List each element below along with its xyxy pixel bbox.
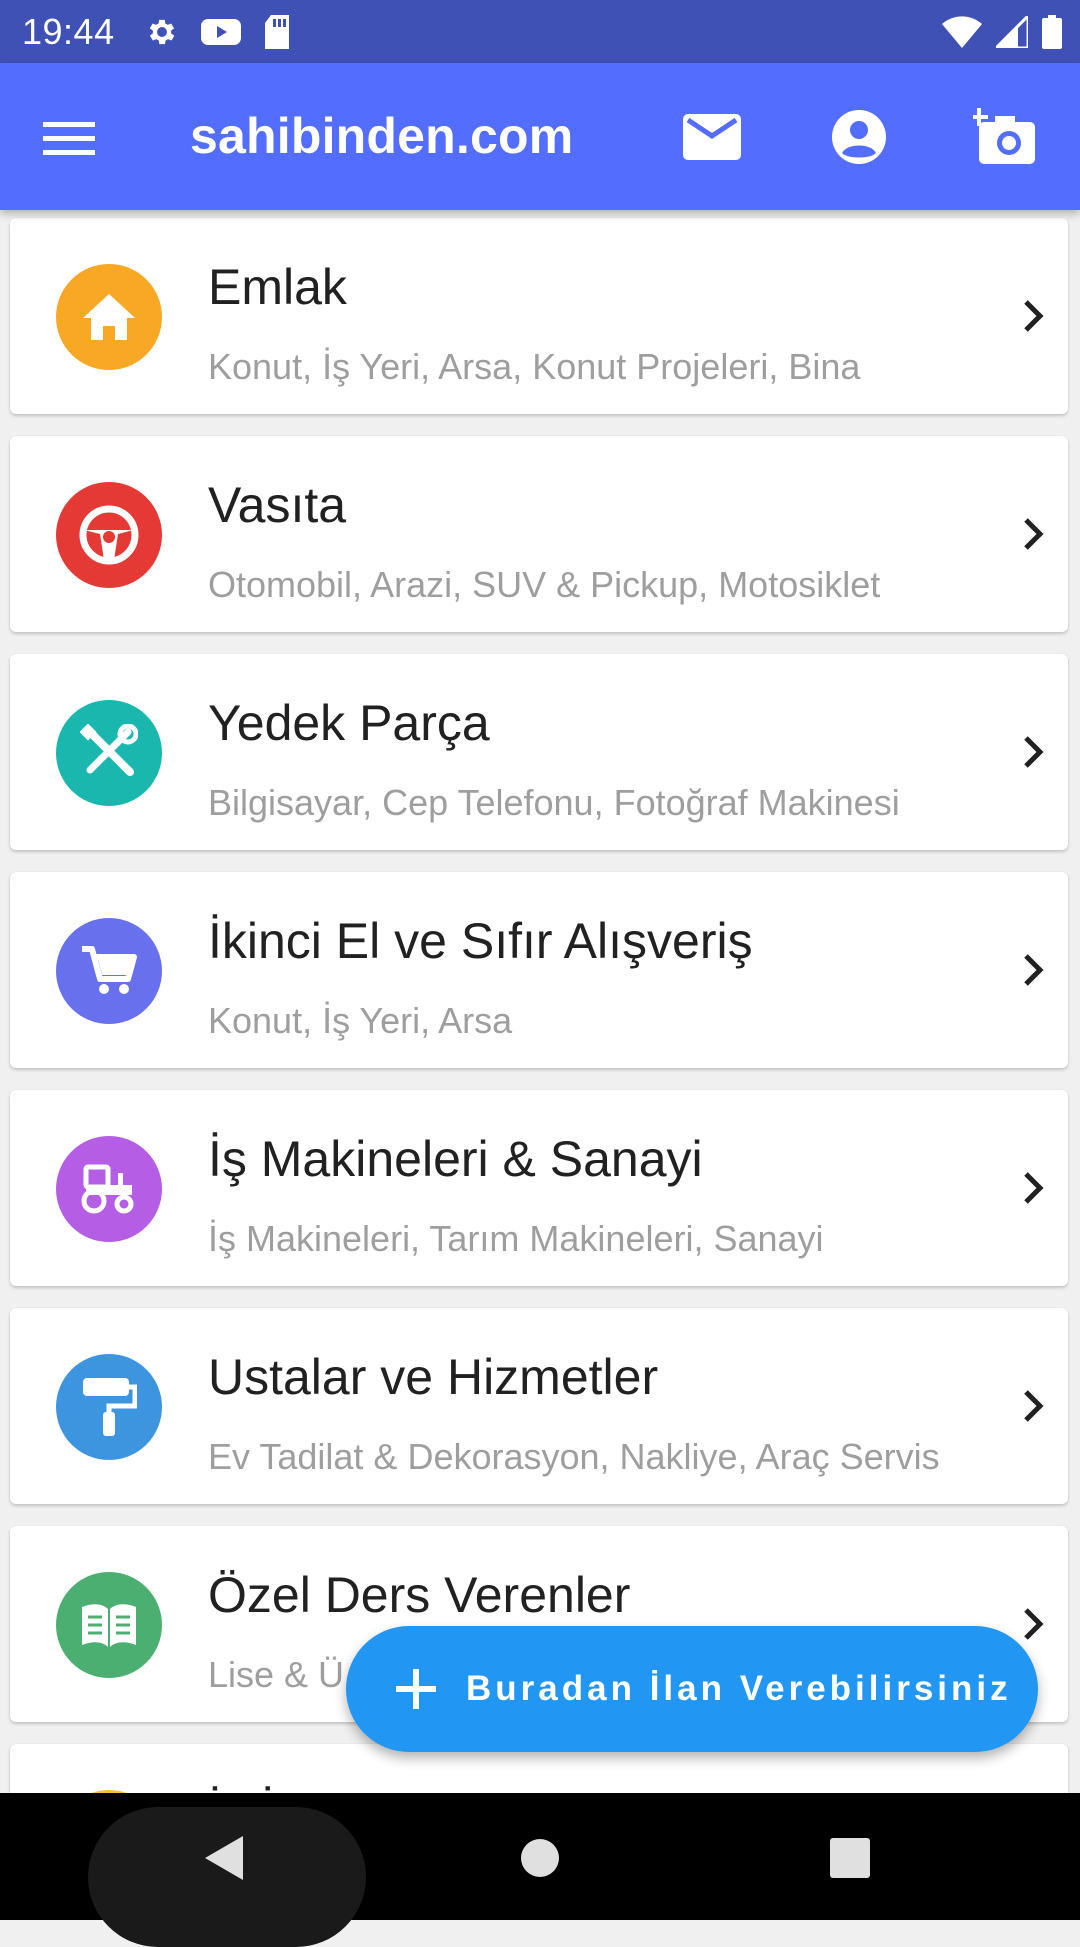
status-time: 19:44: [22, 10, 115, 52]
book-icon: [82, 1604, 136, 1647]
category-card-ikinci-el[interactable]: İkinci El ve Sıfır Alışveriş Konut, İş Y…: [10, 872, 1068, 1068]
youtube-icon: [200, 17, 241, 47]
category-title: İş Makineleri & Sanayi: [208, 1131, 703, 1187]
post-ad-fab[interactable]: Buradan İlan Verebilirsiniz: [346, 1626, 1038, 1752]
category-icon-circle: [56, 918, 162, 1024]
category-card-yedek-parca[interactable]: Yedek Parça Bilgisayar, Cep Telefonu, Fo…: [10, 654, 1068, 850]
category-title: Ustalar ve Hizmetler: [208, 1349, 659, 1405]
category-card-vasita[interactable]: Vasıta Otomobil, Arazi, SUV & Pickup, Mo…: [10, 436, 1068, 632]
category-icon-circle: [56, 264, 162, 370]
category-title: İş İ: [208, 1784, 275, 1793]
back-button[interactable]: [190, 1823, 260, 1893]
settings-icon: [145, 15, 179, 49]
tools-icon: [80, 724, 138, 776]
home-nav-icon: [521, 1839, 559, 1877]
category-title: Emlak: [208, 259, 347, 315]
back-icon: [205, 1836, 243, 1880]
category-subtitle: Konut, İş Yeri, Arsa, Konut Projeleri, B…: [208, 346, 861, 387]
sd-card-icon: [263, 14, 291, 49]
signal-icon: [996, 15, 1028, 48]
status-bar: 19:44: [0, 0, 1080, 63]
category-title: Vasıta: [208, 477, 347, 533]
tractor-icon: [81, 1164, 134, 1214]
category-list: Emlak Konut, İş Yeri, Arsa, Konut Projel…: [0, 210, 1080, 1793]
category-subtitle: Lise & Ü: [208, 1654, 345, 1695]
menu-button[interactable]: [34, 103, 104, 173]
account-icon: [832, 110, 886, 164]
chevron-right-icon: [1024, 518, 1044, 550]
mail-icon: [683, 114, 741, 160]
category-card-emlak[interactable]: Emlak Konut, İş Yeri, Arsa, Konut Projel…: [10, 218, 1068, 414]
plus-icon: [396, 1669, 436, 1709]
steering-wheel-icon: [79, 505, 139, 565]
category-title: Yedek Parça: [208, 695, 490, 751]
account-button[interactable]: [823, 101, 895, 173]
battery-icon: [1042, 14, 1062, 49]
category-icon-circle: [56, 1354, 162, 1460]
add-photo-icon: [973, 108, 1035, 164]
menu-icon: [43, 122, 95, 155]
category-icon-circle: [56, 700, 162, 806]
fab-label: Buradan İlan Verebilirsiniz: [466, 1669, 1012, 1708]
category-icon-circle: [56, 482, 162, 588]
category-subtitle: Ev Tadilat & Dekorasyon, Nakliye, Araç S…: [208, 1436, 940, 1477]
category-subtitle: Bilgisayar, Cep Telefonu, Fotoğraf Makin…: [208, 782, 900, 823]
chevron-right-icon: [1024, 1390, 1044, 1422]
app-bar: sahibinden.com: [0, 63, 1080, 210]
category-icon-circle: [56, 1136, 162, 1242]
category-subtitle: Konut, İş Yeri, Arsa: [208, 1000, 513, 1041]
paint-roller-icon: [83, 1378, 137, 1436]
category-subtitle: İş Makineleri, Tarım Makineleri, Sanayi: [208, 1218, 824, 1259]
chevron-right-icon: [1024, 1172, 1044, 1204]
recents-icon: [830, 1838, 870, 1878]
chevron-right-icon: [1024, 954, 1044, 986]
chevron-right-icon: [1024, 300, 1044, 332]
category-card-ustalar[interactable]: Ustalar ve Hizmetler Ev Tadilat & Dekora…: [10, 1308, 1068, 1504]
navigation-bar: [0, 1793, 1080, 1947]
category-icon-circle: [56, 1572, 162, 1678]
category-title: Özel Ders Verenler: [208, 1567, 631, 1623]
chevron-right-icon: [1024, 1608, 1044, 1640]
recents-button[interactable]: [815, 1823, 885, 1893]
home-icon: [83, 294, 135, 340]
wifi-icon: [942, 15, 982, 48]
app-title: sahibinden.com: [190, 108, 574, 164]
mail-button[interactable]: [676, 101, 748, 173]
category-title: İkinci El ve Sıfır Alışveriş: [208, 913, 753, 969]
chevron-right-icon: [1024, 736, 1044, 768]
category-card-is-makineleri[interactable]: İş Makineleri & Sanayi İş Makineleri, Ta…: [10, 1090, 1068, 1286]
cart-icon: [82, 946, 137, 994]
category-subtitle: Otomobil, Arazi, SUV & Pickup, Motosikle…: [208, 564, 881, 605]
home-button[interactable]: [505, 1823, 575, 1893]
add-photo-button[interactable]: [969, 101, 1041, 173]
